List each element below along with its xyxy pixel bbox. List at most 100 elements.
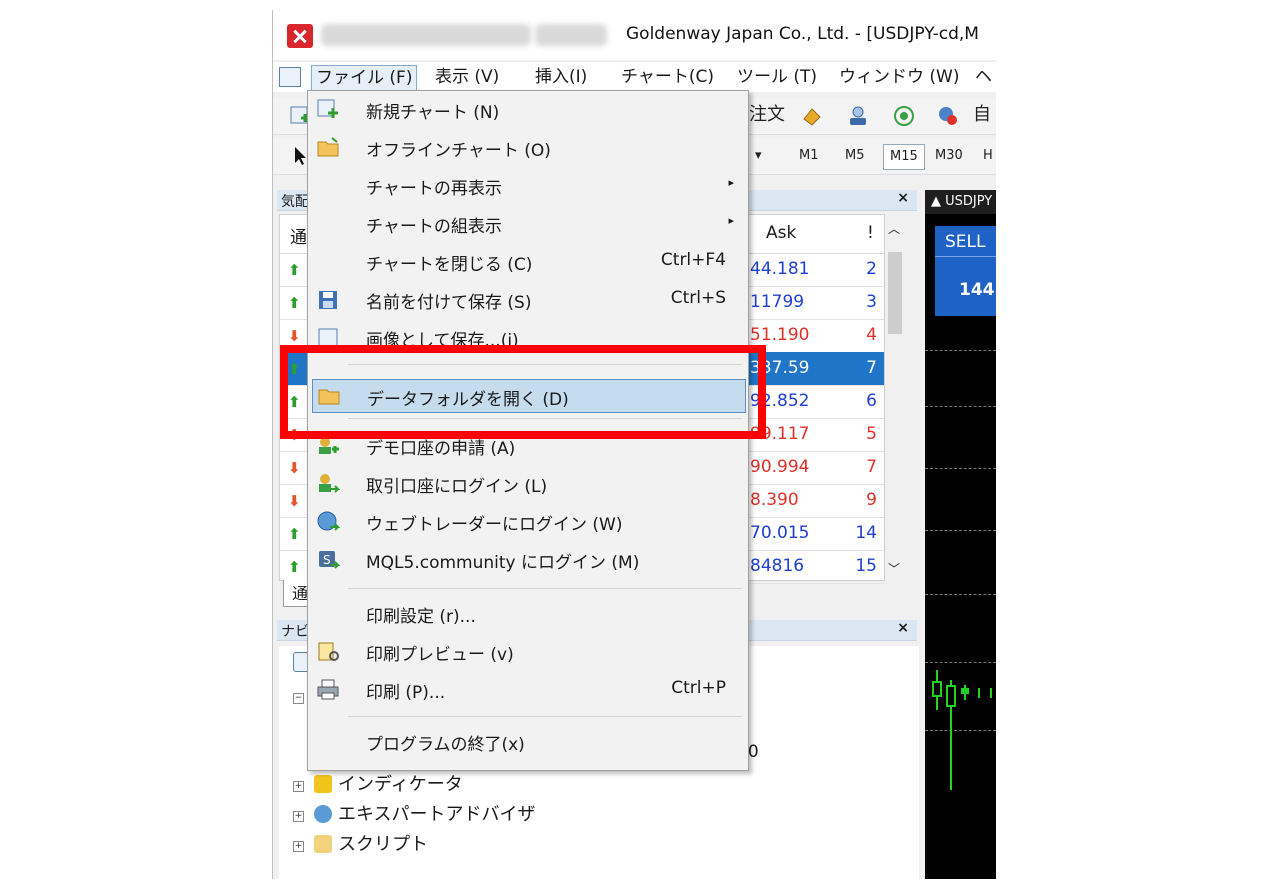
scroll-thumb[interactable] bbox=[888, 252, 902, 334]
print-preview-icon bbox=[318, 642, 339, 661]
menu-file[interactable]: ファイル (F) bbox=[311, 65, 418, 91]
profile-icon[interactable] bbox=[847, 105, 869, 127]
col-symbol-header[interactable]: 通 bbox=[290, 223, 307, 248]
menu-item-label: チャートを閉じる (C) bbox=[366, 255, 533, 275]
spread-value: 14 bbox=[855, 523, 877, 543]
spread-value: 2 bbox=[866, 259, 877, 279]
timeframe-m1[interactable]: M1 bbox=[793, 144, 825, 168]
auto-trading-label[interactable]: 自 bbox=[967, 103, 996, 127]
expert-advisor-icon[interactable] bbox=[801, 105, 823, 127]
file-menu-item[interactable]: チャートの再表示 ▸ bbox=[308, 167, 748, 203]
menu-chart[interactable]: チャート(C) bbox=[617, 65, 718, 89]
close-icon[interactable]: × bbox=[897, 190, 909, 206]
tree-label: インディケータ bbox=[338, 774, 463, 795]
timeframe-m15[interactable]: M15 bbox=[883, 144, 925, 170]
file-menu-item[interactable]: 印刷 (P)... Ctrl+P bbox=[308, 671, 748, 707]
new-chart-icon bbox=[317, 99, 338, 118]
menu-item-label: 印刷プレビュー (v) bbox=[366, 645, 514, 665]
menu-help[interactable]: ヘ bbox=[971, 65, 996, 89]
script-icon bbox=[314, 835, 332, 853]
menu-separator bbox=[348, 716, 742, 717]
market-watch-title: 気配 bbox=[281, 194, 309, 210]
price-down-icon: ⬇ bbox=[288, 459, 301, 477]
open-folder-icon bbox=[317, 137, 339, 157]
grid-line bbox=[925, 530, 996, 531]
menu-view[interactable]: 表示 (V) bbox=[431, 65, 503, 89]
spread-value: 4 bbox=[866, 325, 877, 345]
grid-line bbox=[925, 350, 996, 351]
tree-item-experts[interactable]: + エキスパートアドバイザ bbox=[293, 800, 535, 826]
grid-line bbox=[925, 468, 996, 469]
file-menu-item[interactable]: チャートの組表示 ▸ bbox=[308, 205, 748, 241]
price-up-icon: ⬆ bbox=[288, 261, 301, 279]
file-menu-item[interactable]: 名前を付けて保存 (S) Ctrl+S bbox=[308, 281, 748, 317]
sell-button[interactable]: SELL 144 bbox=[935, 226, 996, 316]
menu-item-label: チャートの再表示 bbox=[366, 179, 502, 199]
scroll-down-icon[interactable]: ﹀ bbox=[888, 560, 900, 577]
menu-item-label: チャートの組表示 bbox=[366, 217, 502, 237]
signal-icon[interactable] bbox=[893, 105, 915, 127]
submenu-arrow-icon: ▸ bbox=[728, 214, 734, 227]
blurred-account-info bbox=[321, 24, 531, 46]
market-icon[interactable] bbox=[937, 105, 959, 127]
tree-label: スクリプト bbox=[338, 834, 428, 855]
file-menu-item[interactable]: 印刷設定 (r)... bbox=[308, 595, 748, 631]
menu-item-label: オフラインチャート (O) bbox=[366, 141, 551, 161]
dropdown-arrow-icon[interactable]: ▾ bbox=[749, 144, 768, 168]
close-icon[interactable]: × bbox=[897, 620, 909, 636]
spread-value: 9 bbox=[866, 490, 877, 510]
file-menu-item[interactable]: チャートを閉じる (C) Ctrl+F4 bbox=[308, 243, 748, 279]
submenu-arrow-icon: ▸ bbox=[728, 176, 734, 189]
file-menu-item[interactable]: ウェブトレーダーにログイン (W) bbox=[308, 503, 748, 539]
spread-value: 6 bbox=[866, 391, 877, 411]
menu-tools[interactable]: ツール (T) bbox=[733, 65, 821, 89]
file-menu-item[interactable]: 印刷プレビュー (v) bbox=[308, 633, 748, 669]
menu-item-shortcut: Ctrl+S bbox=[670, 288, 726, 308]
timeframe-m30[interactable]: M30 bbox=[929, 144, 969, 168]
save-icon bbox=[319, 291, 337, 309]
col-ask-header[interactable]: Ask bbox=[766, 223, 796, 243]
scroll-up-icon[interactable]: ︿ bbox=[888, 220, 900, 237]
file-menu-item[interactable]: S MQL5.community にログイン (M) bbox=[308, 541, 748, 577]
market-watch-scrollbar[interactable]: ︿ ﹀ bbox=[885, 214, 905, 579]
webtrader-icon bbox=[317, 511, 340, 531]
file-menu-item[interactable]: 新規チャート (N) bbox=[308, 91, 748, 127]
indicator-icon bbox=[314, 775, 332, 793]
grid-line bbox=[925, 594, 996, 595]
file-menu-item[interactable]: オフラインチャート (O) bbox=[308, 129, 748, 165]
menu-window[interactable]: ウィンドウ (W) bbox=[835, 65, 963, 89]
price-down-icon: ⬇ bbox=[288, 327, 301, 345]
chart-area[interactable]: ▲ USDJPY SELL 144 bbox=[925, 190, 996, 879]
menu-item-label: ウェブトレーダーにログイン (W) bbox=[366, 515, 623, 535]
ask-value: 70.015 bbox=[750, 523, 810, 543]
menu-item-shortcut: Ctrl+F4 bbox=[660, 250, 726, 270]
chart-symbol: USDJPY bbox=[945, 194, 993, 209]
price-down-icon: ⬇ bbox=[288, 492, 301, 510]
col-spread-header[interactable]: ! bbox=[867, 223, 874, 243]
file-menu-item[interactable]: プログラムの終了(x) bbox=[308, 723, 748, 759]
highlight-frame bbox=[280, 345, 766, 439]
spread-value: 3 bbox=[866, 292, 877, 312]
menu-item-shortcut: Ctrl+P bbox=[671, 678, 726, 698]
menu-item-label: プログラムの終了(x) bbox=[366, 735, 525, 755]
timeframe-m5[interactable]: M5 bbox=[839, 144, 871, 168]
menu-insert[interactable]: 挿入(I) bbox=[531, 65, 591, 89]
price-up-icon: ⬆ bbox=[288, 558, 301, 576]
sell-price: 144 bbox=[959, 280, 995, 300]
spread-value: 7 bbox=[866, 358, 877, 378]
file-menu-item[interactable]: 取引口座にログイン (L) bbox=[308, 465, 748, 501]
chart-doc-icon[interactable] bbox=[279, 67, 301, 87]
menu-separator bbox=[348, 588, 742, 589]
ask-value: 51.190 bbox=[750, 325, 810, 345]
ask-value: 11799 bbox=[750, 292, 805, 312]
tree-item-indicators[interactable]: + インディケータ bbox=[293, 770, 463, 796]
chart-tab[interactable]: ▲ USDJPY bbox=[925, 190, 996, 214]
login-account-icon bbox=[319, 474, 340, 493]
spread-value: 5 bbox=[866, 424, 877, 444]
print-icon bbox=[317, 679, 339, 700]
tree-item-scripts[interactable]: + スクリプト bbox=[293, 830, 428, 856]
svg-text:S: S bbox=[323, 553, 331, 567]
timeframe-h1[interactable]: H bbox=[977, 144, 996, 168]
menu-item-label: 印刷 (P)... bbox=[366, 683, 446, 703]
order-button-label[interactable]: 注文 bbox=[743, 103, 791, 127]
